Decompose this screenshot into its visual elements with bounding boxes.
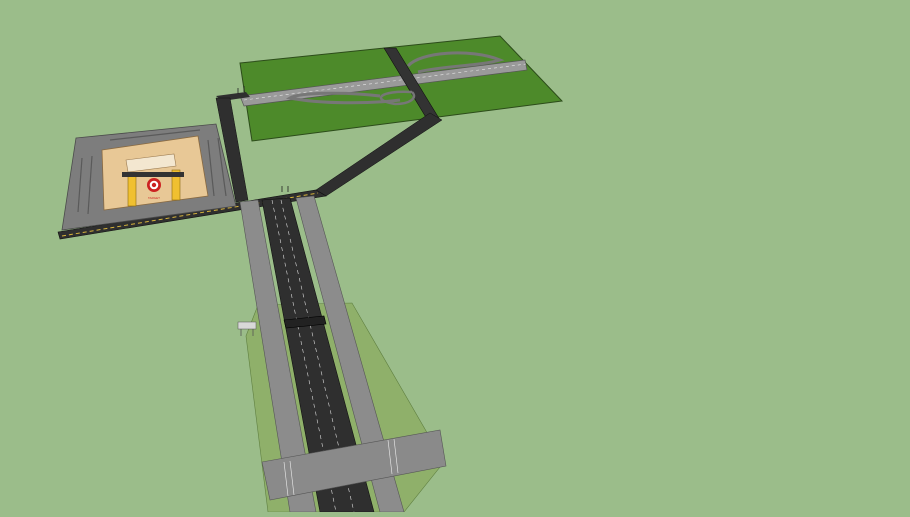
green-field-plot — [239, 35, 564, 142]
store-canopy — [122, 172, 184, 177]
store-pillar-left — [127, 175, 137, 207]
scene-3d-model: TARGET — [57, 35, 564, 513]
store-logo-target: TARGET — [147, 178, 161, 200]
store-sign-text: TARGET — [148, 196, 160, 200]
modeling-viewport[interactable]: TARGET — [0, 0, 910, 513]
